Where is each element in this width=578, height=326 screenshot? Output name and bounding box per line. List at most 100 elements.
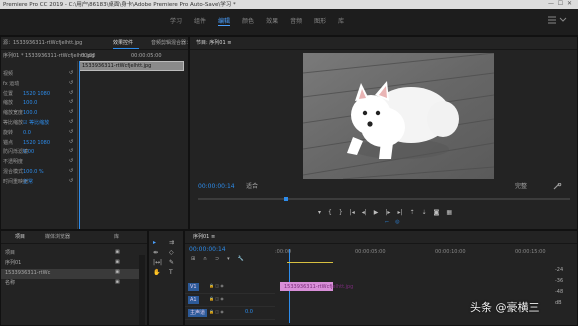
razor-tool-icon[interactable]: ◇ xyxy=(169,249,181,256)
step-back-icon[interactable]: ◂| xyxy=(362,209,367,216)
hand-tool-icon[interactable]: ✋ xyxy=(153,269,165,276)
master-volume-value[interactable]: 0.0 xyxy=(245,309,253,315)
effect-row-value[interactable]: 1520 1080 xyxy=(23,140,50,146)
track-select-icon[interactable]: ⇉ xyxy=(169,239,181,246)
ripple-edit-icon[interactable]: ⇹ xyxy=(153,249,165,256)
effect-row-value[interactable]: 100.0 % xyxy=(23,169,44,175)
reset-icon[interactable]: ↺ xyxy=(69,129,73,135)
timeline-timecode[interactable]: 00:00:00:14 xyxy=(189,246,226,253)
track-controls-icon[interactable]: 🔒 ◫ ◉ xyxy=(209,309,224,315)
reset-icon[interactable]: ↺ xyxy=(69,139,73,145)
pen-tool-icon[interactable]: ✎ xyxy=(169,259,181,266)
work-area-bar[interactable] xyxy=(287,262,333,263)
track-target-toggle[interactable]: V1 xyxy=(188,283,199,291)
workspace-tab[interactable]: 颜色 xyxy=(242,18,254,26)
wrench-icon[interactable] xyxy=(552,183,562,190)
watermark: 头条 @豪横三 xyxy=(470,299,574,317)
project-scrollbar[interactable] xyxy=(139,255,145,325)
snap-icon[interactable]: ∩ xyxy=(203,256,207,262)
effect-row-value[interactable]: 1520 1080 xyxy=(23,91,50,97)
effect-row-label: 等比缩放 xyxy=(3,119,24,126)
reset-icon[interactable]: ↺ xyxy=(69,70,73,76)
workspace-tab[interactable]: 图形 xyxy=(314,18,326,26)
effect-row: 不透明度 ↺ xyxy=(1,157,77,167)
track-header[interactable]: 主声道 🔒 ◫ ◉ 0.0 xyxy=(185,307,275,320)
tab-source[interactable]: 源：1533936311-rtWcfjelhtt.jpg xyxy=(3,40,82,46)
reset-icon[interactable]: ↺ xyxy=(69,158,73,164)
go-to-out-icon[interactable]: ▸| xyxy=(397,209,402,216)
effect-row-label: fx 运动 xyxy=(3,80,20,87)
project-item[interactable]: 1533936311-rtWc xyxy=(1,269,141,279)
settings-icon[interactable]: ◎ xyxy=(395,219,399,225)
add-marker-icon[interactable]: ▾ xyxy=(227,256,230,262)
reset-icon[interactable]: ↺ xyxy=(69,90,73,96)
selection-tool-icon[interactable]: ▸ xyxy=(153,239,165,246)
timeline-clip[interactable]: 1533936311-rtWcfjelhtt.jpg xyxy=(280,282,353,291)
fit-dropdown[interactable]: 适合 xyxy=(246,183,258,190)
window-title: Premiere Pro CC 2019 - C:\用户\86183\桌面\身卡… xyxy=(3,1,236,8)
play-icon[interactable]: ▶ xyxy=(374,209,379,216)
effect-row-value[interactable]: 100.0 xyxy=(23,110,37,116)
reset-icon[interactable]: ↺ xyxy=(69,119,73,125)
media-type-icon: ▣ xyxy=(115,279,120,285)
window-controls[interactable]: — ☐ ✕ xyxy=(548,1,572,7)
workspace-tab[interactable]: 编辑 xyxy=(218,18,231,26)
effect-row-value[interactable]: 0.00 xyxy=(23,149,34,155)
workspace-tab[interactable]: 音频 xyxy=(290,18,302,26)
track-header[interactable]: V1 🔒 ◫ ◉ xyxy=(185,281,275,294)
project-item[interactable]: 序列01 xyxy=(1,259,141,269)
reset-icon[interactable]: ↺ xyxy=(69,109,73,115)
tab-project[interactable]: 项目 xyxy=(15,234,25,240)
track-target-toggle[interactable]: 主声道 xyxy=(188,309,208,317)
workspace-menu-icon[interactable] xyxy=(546,15,568,25)
ec-playhead[interactable] xyxy=(79,61,80,229)
workspace-tab[interactable]: 库 xyxy=(338,18,344,26)
out-point-icon[interactable]: } xyxy=(339,209,343,216)
clip-bar-label: 1533936311-rtWcfjelhtt.jpg xyxy=(82,63,152,69)
step-forward-icon[interactable]: |▸ xyxy=(385,209,390,216)
linked-select-icon[interactable]: ⊃ xyxy=(215,256,219,262)
tab-media-browser[interactable]: 媒体浏览器 xyxy=(45,234,70,240)
program-scrub-bar[interactable] xyxy=(198,198,570,200)
track-target-toggle[interactable]: A1 xyxy=(188,296,199,304)
reset-icon[interactable]: ↺ xyxy=(69,99,73,105)
effect-row-value[interactable]: 100.0 xyxy=(23,100,37,106)
lift-icon[interactable]: ⇡ xyxy=(409,209,414,216)
ruler-label: 00:00:10:00 xyxy=(435,249,466,255)
effect-row-value[interactable]: 正常 xyxy=(23,179,33,185)
quality-dropdown[interactable]: 完整 xyxy=(515,183,527,190)
slip-tool-icon[interactable]: |↔| xyxy=(153,259,165,266)
type-tool-icon[interactable]: T xyxy=(169,269,181,276)
reset-icon[interactable]: ↺ xyxy=(69,178,73,184)
project-item[interactable]: 项目 xyxy=(1,249,141,259)
workspace-tab[interactable]: 组件 xyxy=(194,18,206,26)
reset-icon[interactable]: ↺ xyxy=(69,168,73,174)
multicam-icon[interactable]: ⌐ xyxy=(385,219,389,225)
timeline-tab[interactable]: 序列01 ≡ xyxy=(193,234,215,240)
workspace-tab[interactable]: 学习 xyxy=(170,18,182,26)
workspace-tab[interactable]: 效果 xyxy=(266,18,278,26)
tab-libraries[interactable]: 库 xyxy=(114,234,119,240)
timeline-settings-icon[interactable]: 🔧 xyxy=(238,256,244,262)
program-timecode[interactable]: 00:00:00:14 xyxy=(198,183,235,190)
nest-icon[interactable]: ⊞ xyxy=(191,256,195,262)
program-playhead[interactable] xyxy=(284,197,288,201)
export-frame-icon[interactable]: ◙ xyxy=(434,209,440,216)
effect-row-label: 缩放 xyxy=(3,100,14,107)
track-controls-icon[interactable]: 🔒 ◫ ◉ xyxy=(209,283,224,289)
go-to-in-icon[interactable]: |◂ xyxy=(350,209,355,216)
clip-bar[interactable]: 1533936311-rtWcfjelhtt.jpg xyxy=(79,61,184,71)
effect-row-value[interactable]: 0.0 xyxy=(23,130,31,136)
compare-icon[interactable]: ▦ xyxy=(446,209,452,216)
track-header[interactable]: A1 🔒 ◫ ◉ xyxy=(185,294,275,307)
reset-icon[interactable]: ↺ xyxy=(69,148,73,154)
extract-icon[interactable]: ⇣ xyxy=(422,209,427,216)
in-point-icon[interactable]: { xyxy=(328,209,332,216)
effect-row-label: 混合模式 xyxy=(3,168,24,175)
tab-effect-controls[interactable]: 效果控件 xyxy=(113,40,133,46)
reset-icon[interactable]: ↺ xyxy=(69,80,73,86)
marker-icon[interactable]: ▾ xyxy=(318,209,321,216)
project-item[interactable]: 名称 xyxy=(1,279,141,289)
effect-row-value[interactable]: ☑ 等比缩放 xyxy=(23,120,49,126)
track-controls-icon[interactable]: 🔒 ◫ ◉ xyxy=(209,296,224,302)
